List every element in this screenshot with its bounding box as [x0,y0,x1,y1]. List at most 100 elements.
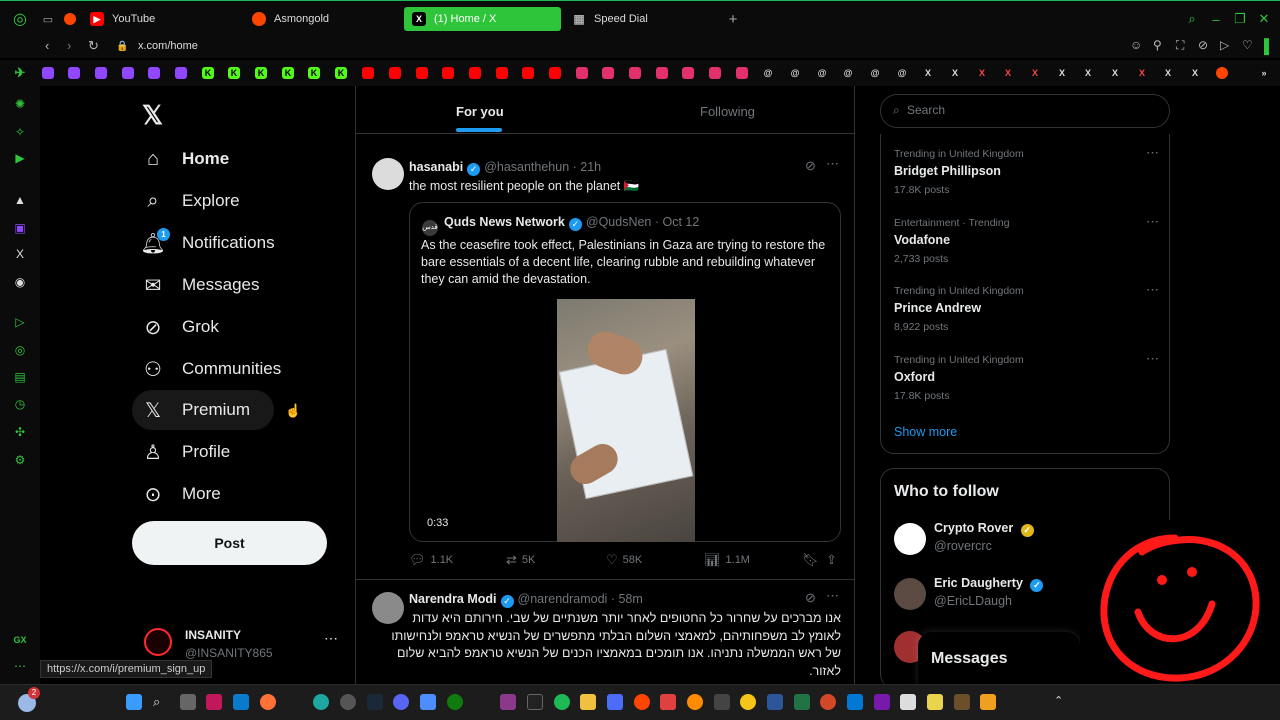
instagram-icon[interactable] [682,67,694,79]
app-icon[interactable] [500,694,516,710]
tab-following[interactable]: Following [700,104,755,119]
trend-item[interactable]: Trending in United Kingdom Bridget Phill… [894,145,1159,208]
show-more-link[interactable]: Show more [894,425,957,439]
player-icon[interactable]: ▷ [12,314,28,330]
nav-notifications[interactable]: 🔔︎ 1 Notifications [132,223,299,263]
more-icon[interactable]: ⋯ [1146,282,1159,298]
x-bookmark-icon[interactable]: X [1056,67,1068,79]
bookmark-button[interactable]: 🔖︎ [802,552,824,568]
twitch-icon[interactable] [68,67,80,79]
x-logo-icon[interactable]: 𝕏 [142,100,163,131]
nav-explore[interactable]: ⌕ Explore [132,181,264,221]
x-bookmark-icon[interactable]: X [1189,67,1201,79]
grok-icon[interactable]: ⊘ [805,590,816,606]
adblock-icon[interactable]: ⊘ [1198,38,1208,52]
youtube-icon[interactable] [469,67,481,79]
flow-icon[interactable]: ▶ [12,150,28,166]
x-bookmark-icon[interactable]: X [1109,67,1121,79]
instagram-icon[interactable] [629,67,641,79]
threads-icon[interactable]: @ [896,67,908,79]
twitch-side-icon[interactable]: ▣ [12,220,28,236]
trend-item[interactable]: Entertainment · Trending Vodafone 2,733 … [894,214,1159,277]
trend-item[interactable]: Trending in United Kingdom Prince Andrew… [894,282,1159,345]
tab-x-home[interactable]: X (1) Home / X [404,7,561,31]
nav-premium[interactable]: 𝕏 Premium [132,390,275,430]
url-field[interactable]: x.com/home [138,40,198,52]
aria-icon[interactable]: ✺ [12,96,28,112]
youtube-icon[interactable] [496,67,508,79]
more-icon[interactable]: ⋯ [324,630,338,647]
x-bookmark-icon[interactable]: X [1162,67,1174,79]
task-view-icon[interactable] [180,694,196,710]
app-icon[interactable] [580,694,596,710]
nav-more[interactable]: ⊙ More [132,474,245,514]
tweet[interactable]: Narendra Modi ✓ @narendramodi · 58m ⊘ ⋯ אנ… [356,586,854,684]
nav-profile[interactable]: ♙ Profile [132,432,254,472]
xbox-icon[interactable] [447,694,463,710]
youtube-icon[interactable] [389,67,401,79]
app-icon[interactable] [420,694,436,710]
like-button[interactable]: ♡ 58K [606,552,642,568]
instagram-icon[interactable] [602,67,614,79]
x-bookmark-icon[interactable]: X [1002,67,1014,79]
messages-drawer[interactable]: Messages [918,632,1080,684]
reddit-icon[interactable] [634,694,650,710]
vscode-icon[interactable] [233,694,249,710]
more-icon[interactable]: ⋯ [1146,214,1159,230]
x-bookmark-icon[interactable]: X [1029,67,1041,79]
windows-start-icon[interactable] [126,694,142,710]
kick-icon[interactable]: K [228,67,240,79]
app-icon[interactable] [900,694,916,710]
youtube-icon[interactable] [549,67,561,79]
settings-icon[interactable]: ⚙ [12,452,28,468]
twitch-icon[interactable] [95,67,107,79]
grok-icon[interactable]: ⊘ [805,158,816,174]
tab-for-you[interactable]: For you [456,104,504,119]
app-icon[interactable] [206,694,222,710]
x-bookmark-icon[interactable]: X [1136,67,1148,79]
wallet-icon[interactable]: ▤ [12,369,28,385]
kick-icon[interactable]: K [308,67,320,79]
forward-icon[interactable]: › [67,38,71,53]
kick-icon[interactable]: K [255,67,267,79]
twitch-icon[interactable] [148,67,160,79]
new-tab-icon[interactable]: + [725,11,741,28]
onenote-icon[interactable] [874,694,890,710]
search-icon[interactable]: ⌕ [153,694,169,710]
tab-speed-dial[interactable]: ▦ Speed Dial [572,7,722,31]
author-name[interactable]: hasanabi [409,160,463,174]
sidebar-toggle-icon[interactable]: ▌ [1264,38,1274,54]
kick-icon[interactable]: K [202,67,214,79]
heart-icon[interactable]: ♡ [1242,38,1253,52]
opera-gx-icon[interactable] [527,694,543,710]
gx-icon[interactable]: GX [12,632,28,648]
pin-icon[interactable]: ⚲ [1153,38,1162,52]
kick-icon[interactable]: K [282,67,294,79]
more-icon[interactable]: ⋯ [826,588,839,604]
threads-icon[interactable]: @ [762,67,774,79]
twitch-icon[interactable] [122,67,134,79]
nav-grok[interactable]: ⊘ Grok [132,307,243,347]
reload-icon[interactable]: ↻ [88,38,99,54]
instagram-icon[interactable] [709,67,721,79]
steam-icon[interactable] [367,694,383,710]
edge-icon[interactable] [313,694,329,710]
firefox-icon[interactable] [260,694,276,710]
threads-icon[interactable]: @ [842,67,854,79]
instagram-icon[interactable] [736,67,748,79]
target-icon[interactable]: ◎ [12,342,28,358]
more-icon[interactable]: ⋯ [1146,351,1159,367]
app-icon[interactable] [980,694,996,710]
tweet-time[interactable]: 58m [618,592,642,606]
app-icon[interactable] [660,694,676,710]
powerpoint-icon[interactable] [820,694,836,710]
account-switcher[interactable]: INSANITY @INSANITY865 ⋯ [144,624,344,664]
youtube-icon[interactable] [416,67,428,79]
workspace-icon[interactable]: ▭ [40,11,56,27]
app-icon[interactable] [927,694,943,710]
nav-communities[interactable]: ⚇ Communities [132,349,305,389]
outlook-icon[interactable] [847,694,863,710]
youtube-icon[interactable] [442,67,454,79]
spotify-icon[interactable] [554,694,570,710]
nav-home[interactable]: ⌂ Home [132,139,253,179]
